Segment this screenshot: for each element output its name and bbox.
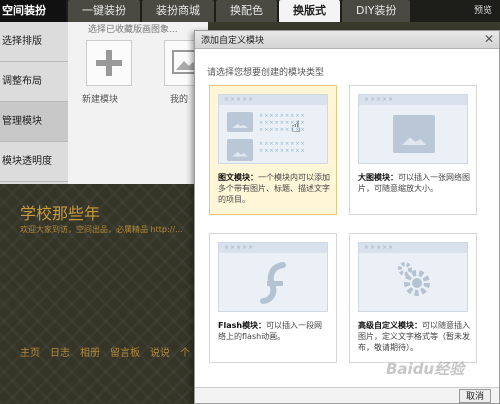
site-nav-item[interactable]: 留言板 bbox=[110, 344, 140, 359]
sidebar: 选择排版 调整布局 管理模块 模块透明度 bbox=[0, 22, 68, 184]
picture-icon bbox=[227, 139, 253, 161]
module-card-advanced[interactable]: ××××× 高级自定义模块：可以随意插入图片，定义文字格式等（暂未发布，敬请期待… bbox=[349, 233, 477, 363]
site-nav-item[interactable]: 相册 bbox=[80, 344, 100, 359]
dialog-prompt: 请选择您想要创建的模块类型 bbox=[207, 68, 325, 78]
tab-color[interactable]: 换配色 bbox=[216, 0, 277, 22]
site-nav-item[interactable]: 说说 bbox=[150, 344, 170, 359]
card-title: Flash模块： bbox=[218, 321, 267, 330]
sidebar-item-layout[interactable]: 选择排版 bbox=[0, 22, 68, 62]
preview-link[interactable]: 预览 bbox=[474, 0, 492, 22]
tab-shop[interactable]: 装扮商城 bbox=[142, 0, 214, 22]
site-title: 学校那些年 bbox=[20, 204, 101, 223]
add-module-dialog: 添加自定义模块 ✕ 请选择您想要创建的模块类型 ××××× ××××××××× ×… bbox=[194, 30, 500, 404]
app-title: 空间装扮 bbox=[0, 0, 66, 22]
module-strip-hint: 选择已收藏版画图象... bbox=[88, 25, 178, 35]
watermark-logo: Baidu经验 bbox=[386, 360, 465, 378]
plus-icon bbox=[96, 50, 122, 76]
my-module-label: 我的 bbox=[170, 95, 189, 105]
dialog-header: 添加自定义模块 ✕ bbox=[195, 31, 499, 49]
sidebar-item-transparency[interactable]: 模块透明度 bbox=[0, 142, 68, 182]
close-icon[interactable]: ✕ bbox=[484, 32, 494, 46]
site-nav-item[interactable]: 个 bbox=[180, 344, 190, 359]
image-text-thumbnail: ××××× ××××××××× ××××××××× ××××××××× ××××××… bbox=[218, 94, 328, 164]
site-nav-item[interactable]: 主页 bbox=[20, 344, 40, 359]
top-nav-bar: 空间装扮 一键装扮 装扮商城 换配色 换版式 DIY装扮 预览 bbox=[0, 0, 500, 22]
module-strip: 选择已收藏版画图象... 新建模块 我的 bbox=[68, 22, 208, 184]
tab-diy[interactable]: DIY装扮 bbox=[342, 0, 411, 22]
picture-icon bbox=[227, 112, 253, 132]
dialog-title: 添加自定义模块 bbox=[201, 36, 265, 46]
module-card-image-text[interactable]: ××××× ××××××××× ××××××××× ××××××××× ××××××… bbox=[209, 85, 337, 215]
new-module-label: 新建模块 bbox=[82, 95, 119, 105]
site-nav: 主页 日志 相册 留言板 说说 个 bbox=[20, 344, 190, 359]
site-nav-item[interactable]: 日志 bbox=[50, 344, 70, 359]
advanced-thumbnail: ××××× bbox=[358, 242, 468, 312]
module-card-flash[interactable]: ××××× Flash模块：可以插入一段网络上的flash动画。 bbox=[209, 233, 337, 363]
flash-icon bbox=[260, 262, 286, 304]
dialog-footer: 取消 bbox=[195, 387, 499, 403]
picture-icon bbox=[393, 115, 435, 153]
hand-cursor-icon: ☝ bbox=[291, 117, 301, 136]
new-module-tile[interactable] bbox=[86, 40, 132, 86]
flash-thumbnail: ××××× bbox=[218, 242, 328, 312]
card-title: 图文模块： bbox=[218, 173, 258, 182]
module-card-big-image[interactable]: ××××× 大图模块：可以插入一张网络图片，可随意缩放大小。 bbox=[349, 85, 477, 215]
cancel-button[interactable]: 取消 bbox=[458, 389, 491, 403]
tab-bar: 一键装扮 装扮商城 换配色 换版式 DIY装扮 bbox=[66, 0, 411, 22]
sidebar-item-modules[interactable]: 管理模块 bbox=[0, 102, 68, 142]
big-image-thumbnail: ××××× bbox=[358, 94, 468, 164]
gear-icon bbox=[398, 262, 430, 296]
card-title: 大图模块： bbox=[358, 173, 398, 182]
card-title: 高级自定义模块： bbox=[358, 321, 422, 330]
tab-layout[interactable]: 换版式 bbox=[279, 0, 340, 22]
sidebar-item-adjust[interactable]: 调整布局 bbox=[0, 62, 68, 102]
tab-one-click[interactable]: 一键装扮 bbox=[68, 0, 140, 22]
site-subtitle: 欢迎大家到访，空间出品，必属精品 http://... bbox=[20, 225, 183, 234]
